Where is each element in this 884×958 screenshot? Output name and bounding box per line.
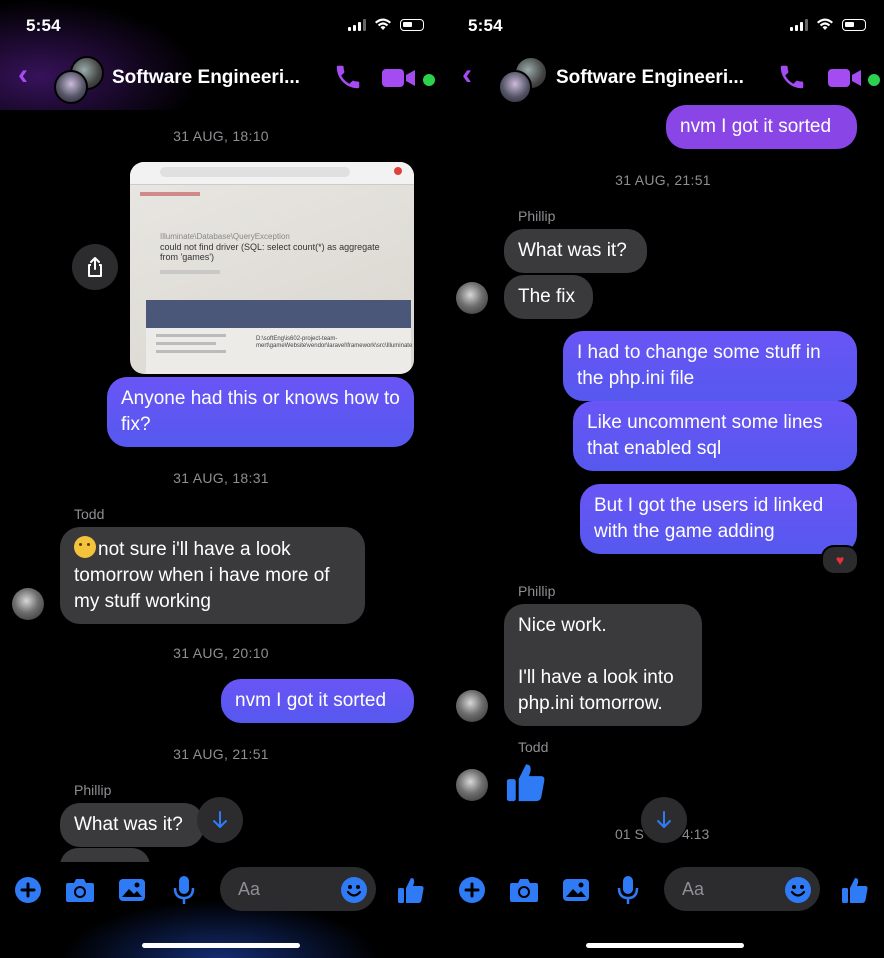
thumbs-up-sticker-icon[interactable] xyxy=(504,760,548,804)
sender-name: Phillip xyxy=(518,583,556,599)
conversation-title[interactable]: Software Engineeri... xyxy=(112,67,300,89)
online-indicator xyxy=(421,72,437,88)
arrow-down-icon xyxy=(657,811,671,828)
group-avatar[interactable] xyxy=(498,56,548,104)
message-outgoing[interactable]: nvm I got it sorted xyxy=(221,679,414,723)
screenshot-attachment[interactable]: Illuminate\Database\QueryException could… xyxy=(130,162,414,374)
battery-icon xyxy=(842,18,866,31)
message-incoming[interactable]: The fix xyxy=(504,275,593,319)
status-time: 5:54 xyxy=(468,16,503,35)
gallery-icon xyxy=(563,879,589,901)
video-call-icon[interactable] xyxy=(828,67,862,89)
error-message: could not find driver (SQL: select count… xyxy=(160,242,380,262)
gallery-icon xyxy=(119,879,145,901)
emoji-icon xyxy=(341,877,367,903)
home-indicator xyxy=(142,943,300,948)
microphone-button[interactable] xyxy=(612,874,644,906)
emoji-button[interactable] xyxy=(782,874,814,906)
timestamp-partial-start: 01 S xyxy=(615,826,644,842)
back-button[interactable]: ‹ xyxy=(18,60,28,90)
thumbs-up-icon xyxy=(398,878,424,903)
wifi-icon xyxy=(375,18,391,30)
sender-name: Phillip xyxy=(518,208,556,224)
heart-reaction[interactable]: ♥ xyxy=(821,545,859,575)
sender-name: Phillip xyxy=(74,782,112,798)
message-text: I'll have a look into php.ini tomorrow. xyxy=(518,667,674,714)
like-button[interactable] xyxy=(395,874,427,906)
microphone-icon xyxy=(617,876,639,904)
stack-path: D:\softEng\is602-project-team-mert\gameW… xyxy=(256,336,413,349)
plus-icon xyxy=(15,877,41,903)
exception-class: Illuminate\Database\QueryException xyxy=(160,232,290,241)
home-indicator xyxy=(586,943,744,948)
plus-button[interactable] xyxy=(12,874,44,906)
plus-icon xyxy=(459,877,485,903)
browser-toolbar xyxy=(130,162,414,185)
message-incoming[interactable]: Nice work. I'll have a look into php.ini… xyxy=(504,604,702,726)
message-text: Nice work. xyxy=(518,615,607,636)
message-text: not sure i'll have a look tomorrow when … xyxy=(74,539,330,612)
message-input-placeholder: Aa xyxy=(238,879,261,899)
message-outgoing[interactable]: Anyone had this or knows how to fix? xyxy=(107,377,414,447)
battery-icon xyxy=(400,18,424,31)
heart-icon: ♥ xyxy=(835,552,845,568)
message-outgoing[interactable]: But I got the users id linked with the g… xyxy=(580,484,857,554)
camera-icon xyxy=(66,879,94,902)
avatar[interactable] xyxy=(12,588,44,620)
signal-icon xyxy=(790,18,808,31)
microphone-icon xyxy=(173,876,195,904)
timestamp: 31 AUG, 20:10 xyxy=(173,645,269,661)
conversation-title[interactable]: Software Engineeri... xyxy=(556,67,744,89)
thumbs-up-icon xyxy=(842,878,868,903)
stack-trace: D:\softEng\is602-project-team-mert\gameW… xyxy=(146,328,413,374)
arrow-down-icon xyxy=(213,811,227,828)
sender-name: Todd xyxy=(74,506,105,522)
camera-button[interactable] xyxy=(64,874,96,906)
message-incoming[interactable]: not sure i'll have a look tomorrow when … xyxy=(60,527,365,624)
phone-call-icon[interactable] xyxy=(777,62,807,92)
timestamp: 31 AUG, 18:31 xyxy=(173,470,269,486)
left-screen: 5:54 ‹ Software Engineeri... 31 AUG, 18:… xyxy=(0,0,442,958)
like-button[interactable] xyxy=(839,874,871,906)
timestamp: 31 AUG, 21:51 xyxy=(173,746,269,762)
camera-button[interactable] xyxy=(508,874,540,906)
message-incoming[interactable]: What was it? xyxy=(504,229,647,273)
message-incoming[interactable]: What was it? xyxy=(60,803,204,847)
status-icons xyxy=(348,18,424,31)
avatar[interactable] xyxy=(456,282,488,314)
right-screen: 5:54 ‹ Software Engineeri... nvm I got i… xyxy=(442,0,884,958)
scroll-down-button[interactable] xyxy=(641,797,687,843)
scroll-down-button[interactable] xyxy=(197,797,243,843)
timestamp: 31 AUG, 18:10 xyxy=(173,128,269,144)
thinking-emoji-icon xyxy=(74,536,96,558)
message-outgoing[interactable]: nvm I got it sorted xyxy=(666,105,857,149)
status-time: 5:54 xyxy=(26,16,61,35)
online-indicator xyxy=(866,72,882,88)
phone-call-icon[interactable] xyxy=(333,62,363,92)
sender-name: Todd xyxy=(518,739,549,755)
timestamp-partial-end: 4:13 xyxy=(682,826,710,842)
emoji-icon xyxy=(785,877,811,903)
camera-icon xyxy=(510,879,538,902)
status-icons xyxy=(790,18,866,31)
back-button[interactable]: ‹ xyxy=(462,60,472,90)
share-icon xyxy=(88,257,102,277)
plus-button[interactable] xyxy=(456,874,488,906)
microphone-button[interactable] xyxy=(168,874,200,906)
wifi-icon xyxy=(817,18,833,30)
avatar[interactable] xyxy=(456,769,488,801)
timestamp: 31 AUG, 21:51 xyxy=(615,172,711,188)
gallery-button[interactable] xyxy=(560,874,592,906)
message-outgoing[interactable]: I had to change some stuff in the php.in… xyxy=(563,331,857,401)
group-avatar[interactable] xyxy=(54,56,104,104)
signal-icon xyxy=(348,18,366,31)
video-call-icon[interactable] xyxy=(382,67,416,89)
message-outgoing[interactable]: Like uncomment some lines that enabled s… xyxy=(573,401,857,471)
emoji-button[interactable] xyxy=(338,874,370,906)
share-button[interactable] xyxy=(72,244,118,290)
message-input-placeholder: Aa xyxy=(682,879,705,899)
ignition-tabs xyxy=(146,300,411,328)
gallery-button[interactable] xyxy=(116,874,148,906)
avatar[interactable] xyxy=(456,690,488,722)
